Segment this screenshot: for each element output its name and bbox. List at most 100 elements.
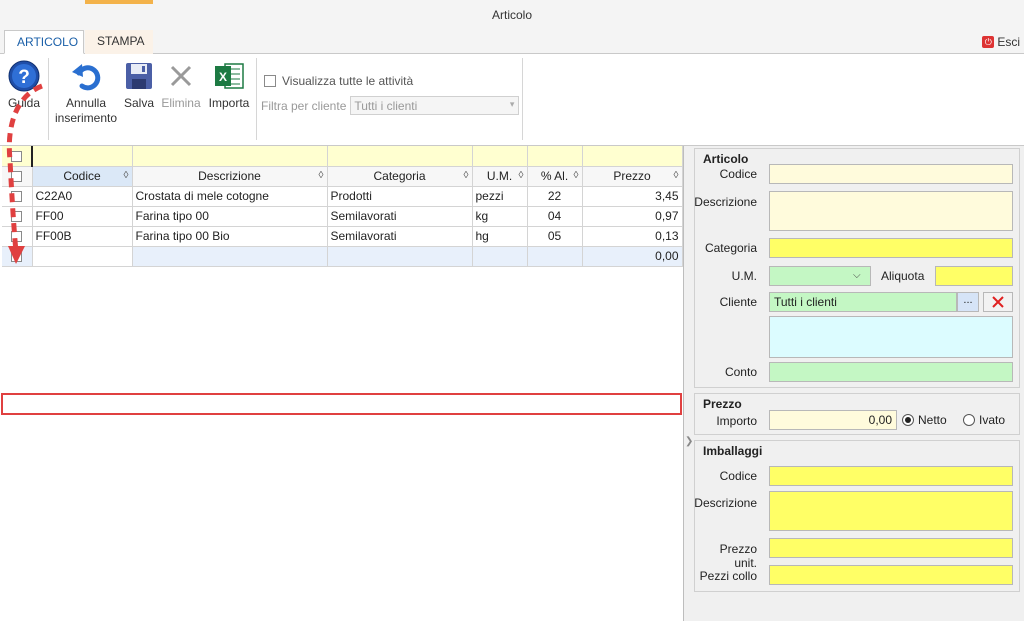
show-all-label: Visualizza tutte le attività [282, 74, 414, 88]
um-label: U.M. [731, 269, 757, 283]
imb-descrizione-field[interactable] [769, 491, 1013, 531]
column-header-prezzo[interactable]: Prezzo ◊ [582, 166, 683, 187]
ribbon-tabstrip: ARTICOLO STAMPA [0, 30, 1024, 54]
prezzo-unit-field[interactable] [769, 538, 1013, 558]
cell-prezzo[interactable]: 3,45 [582, 186, 683, 207]
cell-um[interactable] [472, 246, 528, 267]
filter-descrizione[interactable] [132, 146, 328, 167]
conto-field[interactable] [769, 362, 1013, 382]
imballaggi-group-title: Imballaggi [703, 444, 763, 458]
cell-um[interactable]: kg [472, 206, 528, 227]
cell-descrizione[interactable]: Farina tipo 00 Bio [132, 226, 328, 247]
cell-descrizione[interactable]: Crostata di mele cotogne [132, 186, 328, 207]
cell-prezzo[interactable]: 0,13 [582, 226, 683, 247]
cliente-field[interactable]: Tutti i clienti [769, 292, 957, 312]
sort-icon: ◊ [518, 169, 524, 181]
prezzo-group: Prezzo Importo 0,00 Netto Ivato [694, 393, 1020, 435]
cell-prezzo[interactable]: 0,97 [582, 206, 683, 227]
exit-button[interactable]: ⏻ Esci [982, 35, 1020, 49]
cell-al[interactable]: 04 [527, 206, 583, 227]
sort-icon: ◊ [673, 169, 679, 181]
pezzi-collo-label: Pezzi collo [699, 569, 757, 583]
cell-al[interactable]: 22 [527, 186, 583, 207]
sort-icon: ◊ [463, 169, 469, 181]
table-row[interactable]: FF00 Farina tipo 00 Semilavorati kg 04 0… [2, 206, 683, 227]
clear-client-button[interactable] [983, 292, 1013, 312]
sort-icon: ◊ [318, 169, 324, 181]
ivato-label: Ivato [979, 413, 1006, 427]
sort-icon: ◊ [573, 169, 579, 181]
annulla-label-2: inserimento [54, 111, 118, 125]
column-header-al[interactable]: % Al. ◊ [527, 166, 583, 187]
column-header-categoria[interactable]: Categoria ◊ [327, 166, 473, 187]
exit-label: Esci [997, 35, 1020, 49]
aliquota-field[interactable] [935, 266, 1013, 286]
importa-label: Importa [208, 96, 250, 110]
imb-codice-field[interactable] [769, 466, 1013, 486]
cell-categoria[interactable]: Semilavorati [327, 226, 473, 247]
chevron-down-icon[interactable]: ⌵ [853, 270, 861, 281]
conto-label: Conto [724, 365, 757, 379]
panel-splitter[interactable]: ❯ [684, 146, 693, 621]
cell-al[interactable]: 05 [527, 226, 583, 247]
client-filter: Filtra per cliente Tutti i clienti [261, 96, 520, 115]
filter-row [2, 146, 683, 167]
tab-stampa[interactable]: STAMPA [85, 30, 153, 54]
client-filter-select[interactable]: Tutti i clienti [350, 96, 520, 115]
descrizione-label: Descrizione [694, 195, 757, 209]
annulla-inserimento-button[interactable]: Annulla inserimento [53, 60, 119, 126]
show-all-activities-checkbox[interactable]: Visualizza tutte le attività [264, 74, 413, 88]
articoli-grid: Codice ◊ Descrizione ◊ Categoria ◊ U.M. ◊ % … [0, 146, 684, 621]
cell-descrizione[interactable] [132, 246, 328, 267]
column-header-descrizione[interactable]: Descrizione ◊ [132, 166, 328, 187]
descrizione-field[interactable] [769, 191, 1013, 231]
aliquota-label: Aliquota [881, 269, 925, 283]
table-row[interactable]: C22A0 Crostata di mele cotogne Prodotti … [2, 186, 683, 207]
detail-panel: Articolo Codice Descrizione Categoria U.… [692, 146, 1024, 621]
tab-articolo[interactable]: ARTICOLO [4, 30, 84, 54]
importo-field[interactable]: 0,00 [769, 410, 897, 430]
codice-field[interactable] [769, 164, 1013, 184]
categoria-field[interactable] [769, 238, 1013, 258]
table-row[interactable]: FF00B Farina tipo 00 Bio Semilavorati hg… [2, 226, 683, 247]
annulla-label-1: Annulla [65, 96, 107, 110]
elimina-button[interactable]: Elimina [160, 60, 202, 111]
cell-categoria[interactable]: Semilavorati [327, 206, 473, 227]
sort-icon: ◊ [123, 169, 129, 181]
cell-um[interactable]: pezzi [472, 186, 528, 207]
codice-label: Codice [719, 167, 757, 181]
salva-button[interactable]: Salva [121, 60, 157, 111]
radio-icon [902, 414, 914, 426]
clienti-list[interactable] [769, 316, 1013, 358]
cell-categoria[interactable] [327, 246, 473, 267]
column-header-um[interactable]: U.M. ◊ [472, 166, 528, 187]
articoli-table: Codice ◊ Descrizione ◊ Categoria ◊ U.M. ◊ % … [2, 146, 683, 267]
elimina-label: Elimina [161, 96, 201, 110]
browse-client-button[interactable]: ... [957, 292, 979, 312]
cell-al[interactable] [527, 246, 583, 267]
delete-icon [165, 60, 197, 92]
salva-label: Salva [123, 96, 155, 110]
pezzi-collo-field[interactable] [769, 565, 1013, 585]
netto-radio[interactable]: Netto [902, 413, 947, 427]
new-row[interactable]: 0,00 [2, 246, 683, 267]
ivato-radio[interactable]: Ivato [963, 413, 1005, 427]
annotation-arrow-icon [6, 83, 43, 264]
importa-button[interactable]: X Importa [206, 60, 252, 111]
filter-prezzo[interactable] [582, 146, 683, 167]
filter-um[interactable] [472, 146, 528, 167]
cell-um[interactable]: hg [472, 226, 528, 247]
checkbox-icon [264, 75, 276, 87]
cell-categoria[interactable]: Prodotti [327, 186, 473, 207]
articolo-group: Articolo Codice Descrizione Categoria U.… [694, 148, 1020, 388]
filter-categoria[interactable] [327, 146, 473, 167]
importo-label: Importo [716, 414, 757, 428]
prezzo-unit-label: Prezzo unit. [719, 542, 757, 570]
radio-icon [963, 414, 975, 426]
cell-descrizione[interactable]: Farina tipo 00 [132, 206, 328, 227]
cell-prezzo[interactable]: 0,00 [582, 246, 683, 267]
tab-accent-bar [85, 0, 153, 4]
imb-codice-label: Codice [719, 469, 757, 483]
new-row-highlight [1, 393, 682, 415]
filter-al[interactable] [527, 146, 583, 167]
